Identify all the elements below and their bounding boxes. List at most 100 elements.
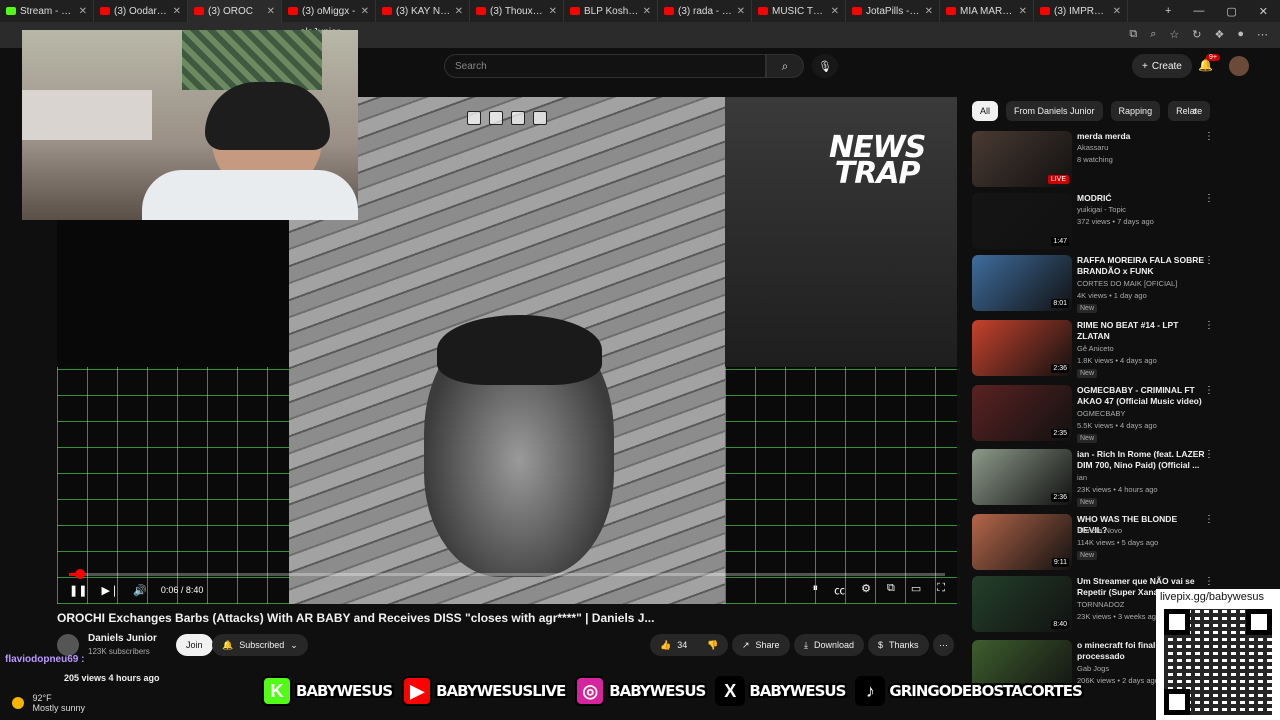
more-options-icon[interactable]: ⋮ [1204,576,1214,587]
more-options-icon[interactable]: ⋮ [1204,320,1214,331]
tab-close-icon[interactable]: ✕ [79,6,87,17]
tab-close-icon[interactable]: ✕ [643,6,651,17]
video-thumbnail[interactable]: 2:35 [972,385,1072,441]
recommended-channel[interactable]: Gê Aniceto [1077,344,1114,353]
recommended-title[interactable]: merda merda [1077,131,1205,142]
close-window-icon[interactable]: ✕ [1259,5,1268,18]
thanks-button[interactable]: $ Thanks [868,634,929,656]
more-options-icon[interactable]: ⋮ [1204,193,1214,204]
overlay-icon-3[interactable] [511,111,525,125]
favorite-icon[interactable]: ☆ [1169,28,1179,41]
captions-icon[interactable]: ㏄ [834,582,845,598]
tab-close-icon[interactable]: ✕ [831,6,839,17]
minimize-icon[interactable]: — [1193,5,1204,18]
overlay-icon-1[interactable] [467,111,481,125]
recommended-channel[interactable]: ian [1077,473,1087,482]
more-options-icon[interactable]: ⋮ [1204,449,1214,460]
tab-close-icon[interactable]: ✕ [173,6,181,17]
more-options-icon[interactable]: ⋮ [1204,255,1214,266]
video-thumbnail[interactable]: 9:11 [972,514,1072,570]
recommended-channel[interactable]: yuikigai - Topic [1077,205,1126,214]
browser-tab[interactable]: (3) oMiggx - ✕ [282,0,376,22]
more-options-icon[interactable]: ⋮ [1204,385,1214,396]
video-thumbnail[interactable]: LIVE [972,131,1072,187]
recommended-video[interactable]: 1:47 MODRIĆ yuikigai - Topic 372 views • 7 … [972,193,1214,253]
channel-avatar[interactable] [57,634,79,656]
recommended-video[interactable]: 2:35 OGMECBABY - CRIMINAL FT AKAO 47 (Off… [972,385,1214,445]
more-options-icon[interactable]: ⋮ [1204,514,1214,525]
thumbs-down-icon[interactable]: 👎 [707,640,718,651]
more-actions-button[interactable]: ⋯ [933,634,954,656]
tab-close-icon[interactable]: ✕ [549,6,557,17]
browser-tab[interactable]: MIA MARIA - ✕ [940,0,1034,22]
recommended-video[interactable]: 9:11 WHO WAS THE BLONDE DEVIL? Planeta Nov… [972,514,1214,574]
menu-icon[interactable]: ⋯ [1257,28,1268,41]
recommended-video[interactable]: 2:36 ian - Rich In Rome (feat. LAZER DIM … [972,449,1214,509]
browser-tab[interactable]: Stream - Kick ✕ [0,0,94,22]
video-thumbnail[interactable]: 2:36 [972,320,1072,376]
recommended-title[interactable]: RIME NO BEAT #14 - LPT ZLATAN [1077,320,1205,342]
tab-close-icon[interactable]: ✕ [1019,6,1027,17]
more-options-icon[interactable]: ⋮ [1204,131,1214,142]
recommended-video[interactable]: 2:36 RIME NO BEAT #14 - LPT ZLATAN Gê Anic… [972,320,1214,380]
settings-gear-icon[interactable]: ⚙ [861,582,871,598]
create-button[interactable]: + Create [1132,54,1192,78]
progress-bar[interactable] [69,569,945,579]
recommended-title[interactable]: OGMECBABY - CRIMINAL FT AKAO 47 (Officia… [1077,385,1205,407]
voice-search-button[interactable]: 🎙 [812,54,838,78]
subscribed-button[interactable]: 🔔 Subscribed ⌄ [212,634,308,656]
fullscreen-icon[interactable]: ⛶ [937,582,945,598]
tab-close-icon[interactable]: ✕ [925,6,933,17]
account-avatar[interactable] [1229,56,1249,76]
chevron-right-icon[interactable]: › [1193,104,1197,118]
download-button[interactable]: ⤓ Download [794,634,865,656]
pause-icon[interactable]: ❚❚ [69,584,87,597]
browser-tab[interactable]: (3) rada - xo fr ✕ [658,0,752,22]
filter-chip[interactable]: From Daniels Junior [1006,101,1103,121]
browser-tab[interactable]: (3) KAY NIVES ✕ [376,0,470,22]
like-button[interactable]: 👍 34 👎 [650,634,729,656]
browser-tab[interactable]: (3) OROC ✕ [188,0,282,22]
overlay-icon-4[interactable] [533,111,547,125]
new-tab-icon[interactable]: + [1165,5,1171,18]
maximize-icon[interactable]: ▢ [1226,5,1236,18]
recommended-channel[interactable]: OGMECBABY [1077,409,1125,418]
autoplay-toggle-icon[interactable]: ⏸ [813,582,819,598]
filter-chip[interactable]: Relate [1168,101,1211,121]
join-button[interactable]: Join [176,634,213,656]
browser-tab[interactable]: MUSIC TRAP ✕ [752,0,846,22]
recommended-title[interactable]: RAFFA MOREIRA FALA SOBRE BRANDÃO x FUNK [1077,255,1205,277]
taskbar-weather[interactable]: 92°F Mostly sunny [12,693,85,713]
recommended-title[interactable]: ian - Rich In Rome (feat. LAZER DIM 700,… [1077,449,1205,471]
filter-chip[interactable]: All [972,101,999,121]
browser-tab[interactable]: JotaPills - DO ✕ [846,0,940,22]
browser-tab[interactable]: (3) IMPRESSIO ✕ [1034,0,1128,22]
search-button[interactable]: ⌕ [766,54,804,78]
next-icon[interactable]: ▶❘ [101,584,119,597]
tab-close-icon[interactable]: ✕ [455,6,463,17]
filter-chip[interactable]: Rapping [1110,101,1161,121]
browser-tab[interactable]: BLP Kosher - J ✕ [564,0,658,22]
overlay-icon-2[interactable] [489,111,503,125]
profile-icon[interactable]: ● [1237,28,1244,41]
recommended-video[interactable]: 8:01 RAFFA MOREIRA FALA SOBRE BRANDÃO x F… [972,255,1214,315]
recommended-channel[interactable]: Akassaru [1077,143,1108,152]
tab-close-icon[interactable]: ✕ [267,6,275,17]
collections-icon[interactable]: ❖ [1214,28,1224,41]
browser-tab[interactable]: (3) Oodareden ✕ [94,0,188,22]
channel-name[interactable]: Daniels Junior [88,633,157,644]
miniplayer-icon[interactable]: ⧉ [887,582,895,598]
volume-icon[interactable]: 🔊 [133,584,147,597]
recommended-title[interactable]: MODRIĆ [1077,193,1205,204]
share-button[interactable]: ↗ Share [732,634,790,656]
video-thumbnail[interactable]: 1:47 [972,193,1072,249]
video-thumbnail[interactable]: 8:40 [972,576,1072,632]
video-thumbnail[interactable]: 8:01 [972,255,1072,311]
recommended-video[interactable]: LIVE merda merda Akassaru 8 watching ⋮ [972,131,1214,191]
recommended-channel[interactable]: Planeta Novo [1077,526,1122,535]
browser-tab[interactable]: (3) Thouxanba ✕ [470,0,564,22]
recommended-channel[interactable]: Gab Jogs [1077,664,1109,673]
recommended-channel[interactable]: TORNNADOZ [1077,600,1124,609]
tab-close-icon[interactable]: ✕ [361,6,369,17]
video-thumbnail[interactable]: 2:36 [972,449,1072,505]
